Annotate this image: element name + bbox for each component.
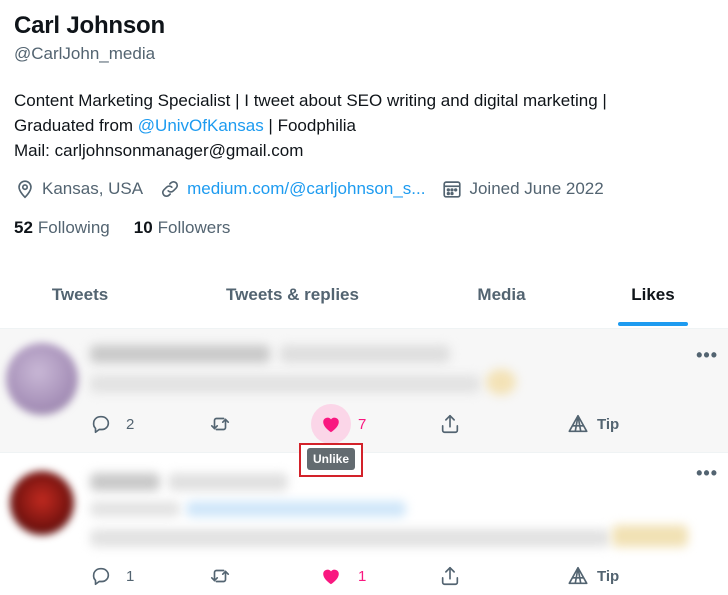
avatar[interactable]: [10, 471, 74, 535]
reply-icon: [92, 567, 110, 586]
location-item: Kansas, USA: [14, 178, 143, 200]
follow-stats: 52 Following 10 Followers: [14, 218, 254, 238]
tab-likes-label: Likes: [631, 285, 675, 304]
profile-bio: Content Marketing Specialist | I tweet a…: [14, 88, 714, 163]
reply-button[interactable]: 2: [90, 413, 134, 435]
bio-line-2: Graduated from @UnivOfKansas | Foodphili…: [14, 113, 714, 138]
retweet-icon: [210, 417, 230, 431]
tab-tweets-replies[interactable]: Tweets & replies: [160, 262, 425, 328]
link-icon: [162, 180, 179, 198]
calendar-icon: [443, 181, 462, 198]
blurred-emoji: [612, 525, 688, 547]
joined-label: Joined June 2022: [469, 179, 604, 198]
reply-icon: [92, 415, 110, 434]
tip-icon: [568, 566, 588, 585]
heart-filled-icon: [323, 417, 339, 433]
blurred-handle: [168, 473, 288, 491]
share-button[interactable]: [439, 413, 461, 435]
retweet-icon: [210, 569, 230, 583]
profile-tabs: Tweets Tweets & replies Media Likes: [0, 262, 728, 328]
heart-filled-icon: [323, 569, 339, 585]
share-icon: [441, 414, 459, 434]
share-icon: [441, 566, 459, 586]
bio-line-1: Content Marketing Specialist | I tweet a…: [14, 91, 607, 110]
following-count: 52: [14, 218, 33, 237]
joined-item: Joined June 2022: [441, 178, 604, 200]
location-pin-icon: [18, 180, 32, 199]
profile-handle: @CarlJohn_media: [14, 44, 156, 63]
reply-count: 2: [126, 415, 135, 433]
tip-button[interactable]: Tip: [567, 413, 619, 435]
like-count: 1: [358, 567, 367, 585]
tweet-actions: 1 1 Tip: [0, 559, 728, 593]
like-count: 7: [358, 415, 367, 433]
more-options-button[interactable]: •••: [696, 345, 718, 366]
more-options-button[interactable]: •••: [696, 463, 718, 484]
blurred-link: [186, 501, 406, 517]
retweet-button[interactable]: [209, 565, 231, 587]
tab-media[interactable]: Media: [425, 262, 578, 328]
location-label: Kansas, USA: [42, 179, 144, 198]
tweet-card[interactable]: ••• 1 1 Tip: [0, 452, 728, 595]
followers-count: 10: [133, 218, 153, 237]
bio-line-3: Mail: carljohnsonmanager@gmail.com: [14, 141, 304, 160]
blurred-text: [90, 375, 480, 393]
tweet-actions: 2 7 Tip: [0, 404, 728, 444]
followers-link[interactable]: 10 Followers: [134, 218, 231, 238]
blurred-handle: [280, 345, 450, 363]
retweet-button[interactable]: [209, 413, 231, 435]
blurred-author: [90, 473, 160, 491]
university-mention-link[interactable]: @UnivOfKansas: [138, 116, 264, 135]
blurred-text: [90, 529, 610, 547]
tip-button[interactable]: Tip: [567, 565, 619, 587]
profile-name: Carl Johnson: [14, 12, 165, 39]
website-item[interactable]: medium.com/@carljohnson_s...: [159, 178, 425, 200]
blurred-author: [90, 345, 270, 363]
tab-likes[interactable]: Likes: [578, 262, 728, 328]
reply-count: 1: [126, 567, 135, 585]
following-label: Following: [37, 218, 110, 237]
website-link[interactable]: medium.com/@carljohnson_s...: [187, 179, 425, 199]
tab-tweets[interactable]: Tweets: [0, 262, 160, 328]
active-tab-indicator: [618, 322, 688, 326]
share-button[interactable]: [439, 565, 461, 587]
bio-line-2-prefix: Graduated from: [14, 116, 138, 135]
tweet-card[interactable]: ••• 2 7 Tip: [0, 328, 728, 452]
unlike-button[interactable]: 7: [320, 413, 366, 435]
unlike-tooltip: Unlike: [307, 448, 355, 470]
following-link[interactable]: 52 Following: [14, 218, 110, 238]
bio-line-2-suffix: | Foodphilia: [263, 116, 357, 135]
tip-label: Tip: [597, 567, 620, 585]
blurred-text: [90, 501, 180, 517]
followers-label: Followers: [157, 218, 231, 237]
tip-icon: [568, 414, 588, 433]
unlike-button[interactable]: 1: [320, 565, 366, 587]
tip-label: Tip: [597, 415, 620, 433]
blurred-emoji: [486, 369, 516, 395]
profile-meta: Kansas, USA medium.com/@carljohnson_s...…: [14, 176, 620, 202]
avatar[interactable]: [6, 343, 78, 415]
reply-button[interactable]: 1: [90, 565, 134, 587]
